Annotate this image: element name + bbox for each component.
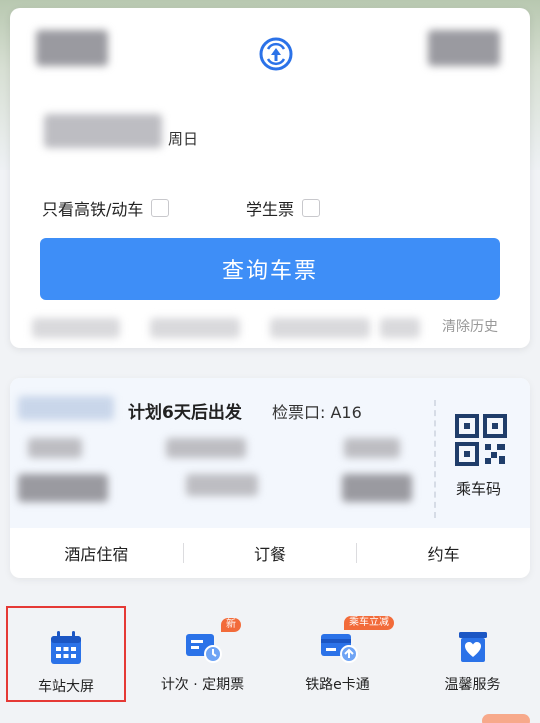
trip-card-divider <box>434 400 436 518</box>
upcoming-trip-card[interactable]: 计划6天后出发 检票口: A16 乘车码 酒店住宿 订餐 约车 <box>10 378 530 578</box>
warm-service-shortcut[interactable]: 温馨服务 <box>405 606 540 702</box>
hotel-link[interactable]: 酒店住宿 <box>10 541 183 565</box>
railway-ecard-shortcut[interactable]: 乘车立减 铁路e卡通 <box>270 606 405 702</box>
trip-detail-blurred <box>342 474 412 502</box>
partial-badge <box>482 714 530 723</box>
trip-detail-blurred <box>166 438 246 458</box>
trip-detail-blurred <box>28 438 82 458</box>
service-shortcuts: 车站大屏 新 计次 · 定期票 乘车立减 铁路e卡通 温馨服务 <box>0 606 540 702</box>
filter-high-speed-label: 只看高铁/动车 <box>42 200 144 219</box>
history-item-blurred[interactable] <box>380 318 420 338</box>
filter-student-checkbox[interactable] <box>302 199 321 217</box>
departure-date-blurred[interactable] <box>44 114 162 148</box>
ticket-clock-icon <box>185 634 222 663</box>
ticket-search-card: 周日 只看高铁/动车 学生票 查询车票 清除历史 <box>10 8 530 348</box>
trip-extra-services: 酒店住宿 订餐 约车 <box>10 528 530 578</box>
new-badge: 新 <box>221 618 241 632</box>
departure-weekday[interactable]: 周日 <box>168 128 198 149</box>
to-station-blurred[interactable] <box>428 30 500 66</box>
meal-order-link[interactable]: 订餐 <box>184 541 357 565</box>
railway-ecard-label: 铁路e卡通 <box>305 677 370 693</box>
swap-stations-icon[interactable] <box>256 34 296 74</box>
station-screen-label: 车站大屏 <box>38 679 94 695</box>
history-item-blurred[interactable] <box>32 318 120 338</box>
clear-history-link[interactable]: 清除历史 <box>442 316 498 336</box>
trip-detail-blurred <box>186 474 258 496</box>
qr-code-icon[interactable] <box>455 414 507 466</box>
ride-hailing-link[interactable]: 约车 <box>357 541 530 565</box>
filter-student-label: 学生票 <box>246 200 295 219</box>
railway-card-icon <box>320 634 358 663</box>
ticket-gate: 检票口: A16 <box>272 403 362 422</box>
warm-service-label: 温馨服务 <box>444 677 501 693</box>
station-screen-shortcut[interactable]: 车站大屏 <box>6 606 126 702</box>
filter-high-speed[interactable]: 只看高铁/动车 <box>42 196 170 220</box>
filter-high-speed-checkbox[interactable] <box>151 199 170 217</box>
boarding-code-label[interactable]: 乘车码 <box>456 478 501 499</box>
trip-info-area[interactable]: 计划6天后出发 检票口: A16 乘车码 <box>10 378 530 528</box>
trip-detail-blurred <box>344 438 400 458</box>
periodic-ticket-label: 计次 · 定期票 <box>160 677 245 693</box>
query-tickets-button[interactable]: 查询车票 <box>40 238 500 300</box>
filter-student[interactable]: 学生票 <box>246 196 321 220</box>
history-item-blurred[interactable] <box>150 318 240 338</box>
heart-bag-icon <box>458 632 487 662</box>
trip-detail-blurred <box>18 474 108 502</box>
periodic-ticket-shortcut[interactable]: 新 计次 · 定期票 <box>135 606 270 702</box>
ride-discount-badge: 乘车立减 <box>344 616 394 630</box>
trip-date-blurred <box>18 396 114 420</box>
trip-departure-countdown: 计划6天后出发 <box>128 403 242 423</box>
history-item-blurred[interactable] <box>270 318 370 338</box>
from-station-blurred[interactable] <box>36 30 108 66</box>
calendar-icon <box>51 631 81 664</box>
